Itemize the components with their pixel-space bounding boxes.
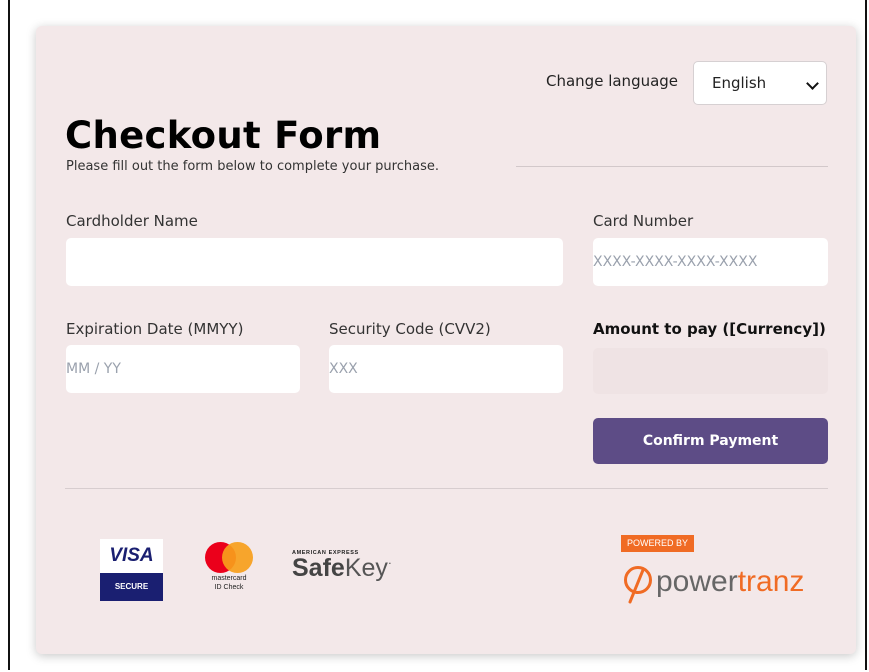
mastercard-id-check-logo: mastercard ID Check: [200, 542, 258, 598]
visa-logo-text: VISA: [100, 539, 163, 573]
card-number-label: Card Number: [593, 212, 694, 230]
confirm-payment-button[interactable]: Confirm Payment: [593, 418, 828, 464]
chevron-down-icon: [806, 77, 819, 90]
safekey-text: SafeKey·: [292, 554, 392, 582]
cardholder-name-label: Cardholder Name: [66, 212, 198, 230]
card-number-input[interactable]: XXXX-XXXX-XXXX-XXXX: [593, 238, 828, 286]
expiration-date-label: Expiration Date (MMYY): [66, 320, 244, 338]
footer-divider: [65, 488, 828, 489]
mastercard-text: mastercard: [211, 575, 247, 582]
page-subtitle: Please fill out the form below to comple…: [66, 159, 439, 174]
expiration-date-input[interactable]: MM / YY: [66, 345, 300, 393]
checkout-card: Change language English Checkout Form Pl…: [36, 26, 856, 654]
amount-to-pay-field: [593, 348, 828, 394]
change-language-label: Change language: [546, 72, 679, 90]
cardholder-name-input[interactable]: [66, 238, 563, 286]
header-divider: [516, 166, 828, 167]
card-number-placeholder: XXXX-XXXX-XXXX-XXXX: [593, 254, 758, 270]
security-code-label: Security Code (CVV2): [329, 320, 491, 338]
page-title: Checkout Form: [65, 114, 382, 157]
expiration-date-placeholder: MM / YY: [66, 361, 121, 377]
powered-by-badge: POWERED BY: [621, 535, 695, 552]
mastercard-circles-icon: [200, 542, 258, 574]
visa-secure-text: SECURE: [100, 573, 163, 601]
powertranz-wordmark: powertranz: [656, 565, 805, 598]
security-code-input[interactable]: XXX: [329, 345, 563, 393]
security-code-placeholder: XXX: [329, 361, 358, 377]
language-select[interactable]: English: [693, 61, 827, 105]
powertranz-symbol-icon: [624, 566, 652, 604]
amount-to-pay-label: Amount to pay ([Currency]): [593, 320, 826, 338]
amex-safekey-logo: AMERICAN EXPRESS SafeKey·: [292, 550, 402, 590]
visa-secure-logo: VISA SECURE: [100, 539, 163, 601]
mastercard-id-check-text: ID Check: [214, 584, 244, 591]
language-selected-value: English: [712, 74, 767, 92]
